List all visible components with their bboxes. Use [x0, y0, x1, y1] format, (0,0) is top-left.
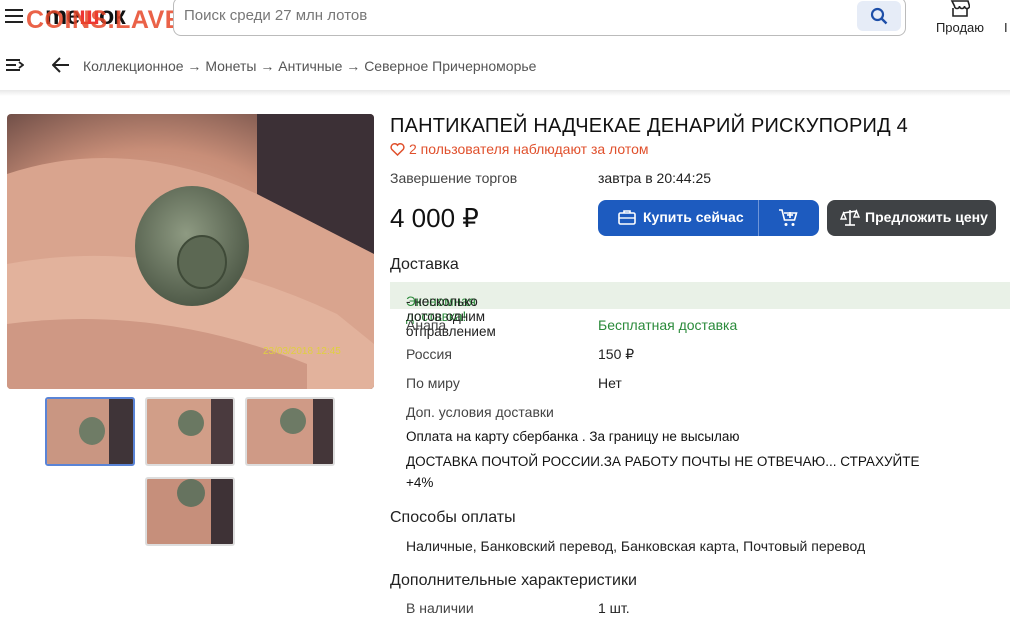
end-value: завтра в 20:44:25: [598, 170, 712, 186]
photo-date-stamp: 23/03/2018 12:45: [263, 346, 341, 357]
add-to-cart-button[interactable]: [759, 200, 819, 236]
delivery-row-label: По миру: [406, 375, 460, 391]
make-offer-button[interactable]: Предложить цену: [827, 200, 996, 236]
delivery-row-value: Бесплатная доставка: [598, 317, 738, 333]
characteristic-value: 1 шт.: [598, 600, 630, 616]
payment-heading: Способы оплаты: [390, 509, 516, 526]
search-button[interactable]: [857, 1, 901, 31]
delivery-row-label: Анапа: [406, 317, 447, 333]
delivery-banner: Экономная доставка! - несколько лотов од…: [390, 282, 1010, 339]
thumbnail[interactable]: [145, 477, 235, 546]
delivery-row-label: Россия: [406, 346, 452, 362]
buy-now-label: Купить сейчас: [643, 209, 744, 225]
breadcrumb-path[interactable]: Коллекционное → Монеты → Античные → Севе…: [83, 58, 536, 74]
lot-price: 4 000 ₽: [390, 203, 479, 233]
cut-off-label: I: [1004, 20, 1008, 35]
search-box: [173, 0, 906, 36]
briefcase-icon: [618, 210, 636, 225]
search-icon: [870, 7, 888, 25]
thumbnail[interactable]: [45, 397, 135, 466]
buy-now-button[interactable]: Купить сейчас: [598, 200, 758, 236]
buy-now-group: Купить сейчас: [598, 200, 819, 236]
main-photo[interactable]: 23/03/2018 12:45: [7, 114, 374, 389]
sell-label: Продаю: [935, 20, 985, 35]
catalog-menu-icon[interactable]: [6, 57, 24, 73]
payment-methods: Наличные, Банковский перевод, Банковская…: [406, 538, 866, 554]
make-offer-label: Предложить цену: [865, 209, 988, 225]
top-bar: meшок COINS.LAVE.RU Продаю I: [0, 0, 1010, 40]
thumbnail[interactable]: [245, 397, 335, 466]
scales-icon: [840, 209, 860, 226]
cart-plus-icon: [779, 209, 798, 226]
back-arrow-icon[interactable]: [52, 57, 70, 73]
characteristics-heading: Дополнительные характеристики: [390, 572, 637, 589]
search-input[interactable]: [184, 7, 844, 24]
extra-conditions-label: Доп. условия доставки: [406, 404, 554, 420]
header-divider: [0, 90, 1010, 96]
store-icon: [950, 0, 970, 17]
end-label: Завершение торгов: [390, 170, 518, 186]
menu-icon[interactable]: [5, 9, 23, 23]
lot-title: ПАНТИКАПЕЙ НАДЧЕКАЕ ДЕНАРИЙ РИСКУПОРИД 4: [390, 115, 908, 137]
characteristic-label: В наличии: [406, 600, 474, 616]
delivery-heading: Доставка: [390, 256, 459, 273]
delivery-row-value: 150 ₽: [598, 346, 635, 362]
heart-icon: [390, 143, 405, 157]
breadcrumb: Коллекционное → Монеты → Античные → Севе…: [0, 52, 1010, 80]
watchers-count[interactable]: 2 пользователя наблюдают за лотом: [390, 141, 649, 157]
extra-conditions-line: ДОСТАВКА ПОЧТОЙ РОССИИ.ЗА РАБОТУ ПОЧТЫ Н…: [406, 454, 920, 490]
extra-conditions-line: Оплата на карту сбербанка . За границу н…: [406, 429, 740, 444]
delivery-row-value: Нет: [598, 375, 622, 391]
sell-link[interactable]: Продаю: [928, 0, 992, 35]
thumbnail[interactable]: [145, 397, 235, 466]
watchers-text: 2 пользователя наблюдают за лотом: [409, 141, 649, 157]
